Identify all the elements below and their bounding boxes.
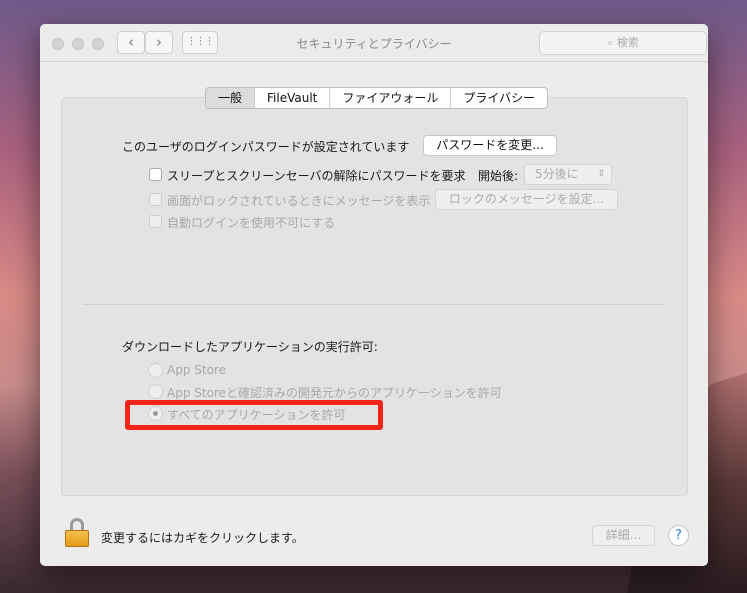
change-password-button[interactable]: パスワードを変更... [423, 135, 557, 156]
tab-privacy[interactable]: プライバシー [450, 88, 547, 108]
advanced-button[interactable]: 詳細... [592, 525, 655, 546]
disable-auto-login-checkbox[interactable] [149, 215, 162, 228]
lock-instruction: 変更するにはカギをクリックします。 [101, 531, 304, 545]
search-input[interactable]: ⌕ 検索 [539, 31, 707, 55]
tab-general[interactable]: 一般 [206, 88, 255, 108]
start-after-label: 開始後: [478, 169, 519, 183]
title-bar: ‹ › ⋮⋮⋮ セキュリティとプライバシー ⌕ 検索 [40, 24, 708, 62]
help-button[interactable]: ? [668, 525, 689, 546]
section-divider [83, 304, 665, 305]
show-message-label: 画面がロックされているときにメッセージを表示 [167, 194, 431, 208]
tab-firewall[interactable]: ファイアウォール [329, 88, 450, 108]
require-password-label: スリープとスクリーンセーバの解除にパスワードを要求 [167, 169, 466, 183]
radio-app-store[interactable] [148, 363, 163, 378]
lock-icon[interactable] [65, 518, 89, 547]
search-placeholder: 検索 [616, 36, 639, 49]
disable-auto-login-label: 自動ログインを使用不可にする [167, 216, 336, 230]
password-status-label: このユーザのログインパスワードが設定されています [122, 140, 410, 154]
radio-identified-developers-label: App Storeと確認済みの開発元からのアプリケーションを許可 [167, 386, 502, 400]
start-after-value: 5分後に [535, 167, 579, 181]
show-message-checkbox[interactable] [149, 193, 162, 206]
tab-filevault[interactable]: FileVault [254, 88, 329, 108]
set-lock-message-button[interactable]: ロックのメッセージを設定... [435, 189, 618, 210]
start-after-select[interactable]: 5分後に ⇕ [524, 164, 612, 185]
radio-identified-developers[interactable] [148, 384, 163, 399]
security-privacy-window: ‹ › ⋮⋮⋮ セキュリティとプライバシー ⌕ 検索 一般 FileVault … [40, 24, 708, 566]
general-panel [61, 97, 688, 496]
radio-app-store-label: App Store [167, 363, 226, 377]
download-heading: ダウンロードしたアプリケーションの実行許可: [122, 340, 378, 354]
tab-bar: 一般 FileVault ファイアウォール プライバシー [205, 87, 549, 109]
require-password-checkbox[interactable] [149, 168, 162, 181]
search-icon: ⌕ [607, 36, 617, 49]
updown-chevron-icon: ⇕ [597, 169, 605, 179]
highlight-annotation [125, 400, 383, 430]
